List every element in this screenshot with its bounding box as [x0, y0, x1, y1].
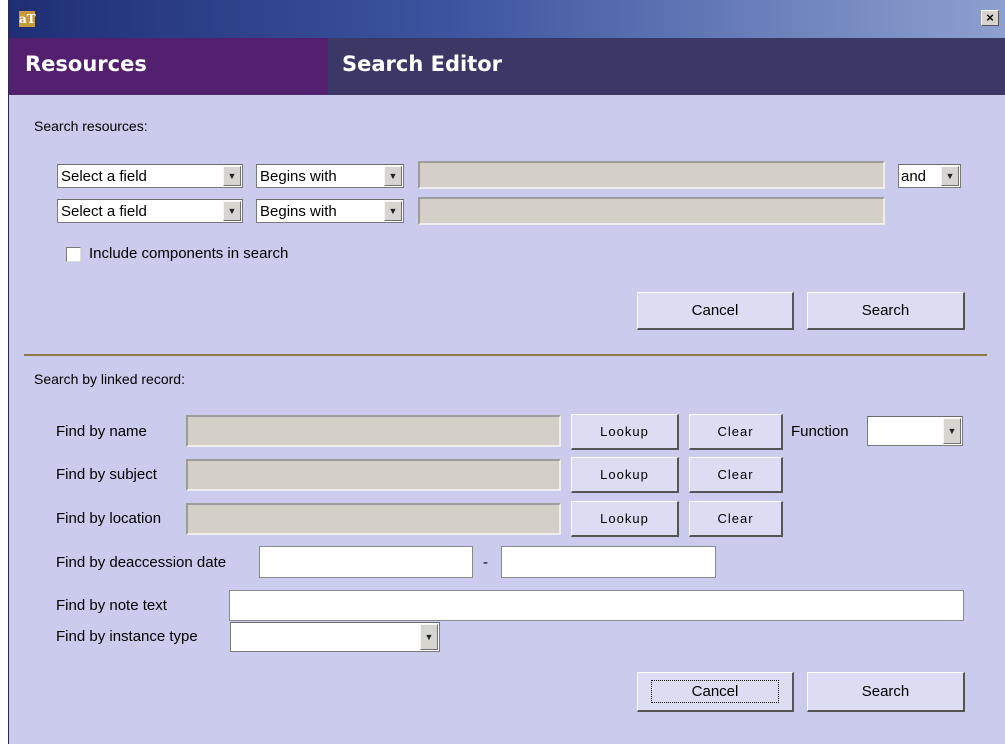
field-select-1-value: Select a field [61, 168, 147, 185]
header-right-section: Search Editor [328, 38, 1005, 95]
header-search-editor-title: Search Editor [342, 52, 503, 76]
instance-type-select[interactable]: ▼ [230, 622, 440, 652]
subject-lookup-button[interactable]: Lookup [571, 457, 679, 493]
search-value-input-1[interactable] [418, 161, 885, 189]
subject-clear-button[interactable]: Clear [689, 457, 783, 493]
cancel-button[interactable]: Cancel [637, 292, 794, 330]
field-select-2-value: Select a field [61, 203, 147, 220]
name-clear-button[interactable]: Clear [689, 414, 783, 450]
function-label: Function [791, 423, 849, 440]
search-button[interactable]: Search [807, 292, 965, 330]
field-select-1[interactable]: Select a field ▼ [57, 164, 243, 188]
deaccession-date-from-input[interactable] [259, 546, 473, 578]
note-text-input[interactable] [229, 590, 964, 621]
chevron-down-icon: ▼ [223, 166, 241, 186]
linked-search-button[interactable]: Search [807, 672, 965, 712]
chevron-down-icon: ▼ [384, 201, 402, 221]
find-by-instance-type-label: Find by instance type [56, 628, 198, 645]
date-separator: - [483, 554, 488, 571]
operator-select-1[interactable]: Begins with ▼ [256, 164, 404, 188]
field-select-2[interactable]: Select a field ▼ [57, 199, 243, 223]
header-resources-title: Resources [25, 52, 147, 76]
deaccession-date-to-input[interactable] [501, 546, 716, 578]
window-titlebar: aT × [9, 0, 1005, 38]
window-frame-left [0, 0, 9, 744]
conjunction-select-value: and [901, 168, 927, 185]
linked-cancel-button-label: Cancel [650, 680, 780, 703]
chevron-down-icon: ▼ [943, 418, 961, 444]
find-by-location-input[interactable] [186, 503, 561, 535]
find-by-subject-input[interactable] [186, 459, 561, 491]
app-logo-icon: aT [19, 11, 36, 27]
search-linked-record-label: Search by linked record: [34, 371, 185, 387]
find-by-location-label: Find by location [56, 510, 162, 527]
function-select[interactable]: ▼ [867, 416, 963, 446]
chevron-down-icon: ▼ [420, 624, 438, 650]
find-by-name-input[interactable] [186, 415, 561, 447]
header-bar: Resources Search Editor [9, 38, 1005, 95]
include-components-checkbox[interactable] [66, 247, 81, 262]
find-by-subject-label: Find by subject [56, 466, 157, 483]
section-divider [24, 354, 987, 356]
operator-select-2[interactable]: Begins with ▼ [256, 199, 404, 223]
linked-cancel-button[interactable]: Cancel [637, 672, 794, 712]
search-resources-label: Search resources: [34, 118, 148, 134]
chevron-down-icon: ▼ [941, 166, 959, 186]
operator-select-1-value: Begins with [260, 168, 337, 185]
window-close-button[interactable]: × [981, 10, 999, 26]
find-by-deaccession-date-label: Find by deaccession date [56, 554, 227, 571]
location-lookup-button[interactable]: Lookup [571, 501, 679, 537]
search-value-input-2[interactable] [418, 197, 885, 225]
find-by-note-text-label: Find by note text [56, 597, 167, 614]
chevron-down-icon: ▼ [223, 201, 241, 221]
include-components-label: Include components in search [89, 245, 289, 262]
find-by-name-label: Find by name [56, 423, 147, 440]
conjunction-select[interactable]: and ▼ [898, 164, 961, 188]
chevron-down-icon: ▼ [384, 166, 402, 186]
name-lookup-button[interactable]: Lookup [571, 414, 679, 450]
location-clear-button[interactable]: Clear [689, 501, 783, 537]
header-left-section: Resources [9, 38, 328, 95]
operator-select-2-value: Begins with [260, 203, 337, 220]
